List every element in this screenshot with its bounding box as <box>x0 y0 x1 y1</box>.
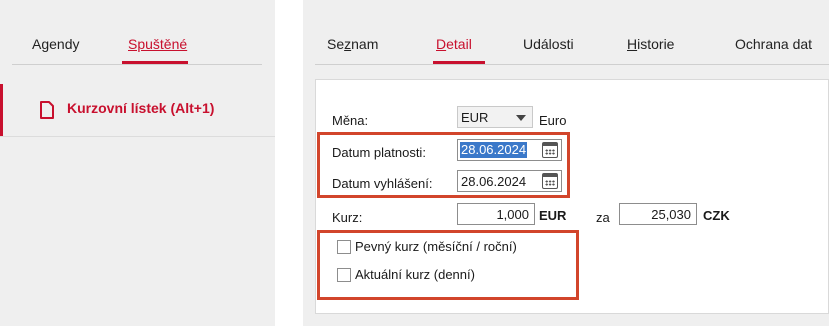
rate-value-input[interactable]: 25,030 <box>619 203 697 225</box>
tab-detail[interactable]: Detail <box>436 36 472 52</box>
tab-divider <box>12 64 262 65</box>
chevron-down-icon <box>516 115 526 121</box>
rate-amount-input[interactable]: 1,000 <box>457 203 535 225</box>
currency-label: Měna: <box>332 113 369 128</box>
highlight-box-dates <box>317 132 570 198</box>
tab-ochrana-dat[interactable]: Ochrana dat <box>735 36 812 52</box>
document-icon <box>40 101 54 119</box>
currency-select[interactable]: EUR <box>457 106 533 128</box>
currency-name: Euro <box>539 113 567 128</box>
highlight-box-rate-type <box>317 230 579 300</box>
sidebar-item-label: Kurzovní lístek (Alt+1) <box>67 100 215 116</box>
rate-label: Kurz: <box>332 210 363 225</box>
tab-historie[interactable]: Historie <box>627 36 674 52</box>
active-item-accent <box>0 84 3 136</box>
tab-divider <box>315 64 829 65</box>
left-panel: Agendy Spuštěné Kurzovní lístek (Alt+1) <box>0 0 275 326</box>
rate-target-currency: CZK <box>703 208 730 223</box>
rate-for-label: za <box>596 210 610 225</box>
tab-udalosti[interactable]: Události <box>523 36 574 52</box>
rate-currency: EUR <box>539 208 567 223</box>
tab-spustene[interactable]: Spuštěné <box>128 36 187 52</box>
tab-seznam[interactable]: Seznam <box>327 36 378 52</box>
right-panel: Seznam Detail Události Historie Ochrana … <box>303 0 829 326</box>
sidebar-item-kurzovni-listek[interactable]: Kurzovní lístek (Alt+1) <box>0 84 275 136</box>
tab-agendy[interactable]: Agendy <box>32 36 80 52</box>
sidebar-separator <box>0 136 275 137</box>
panel-gutter <box>275 0 303 326</box>
